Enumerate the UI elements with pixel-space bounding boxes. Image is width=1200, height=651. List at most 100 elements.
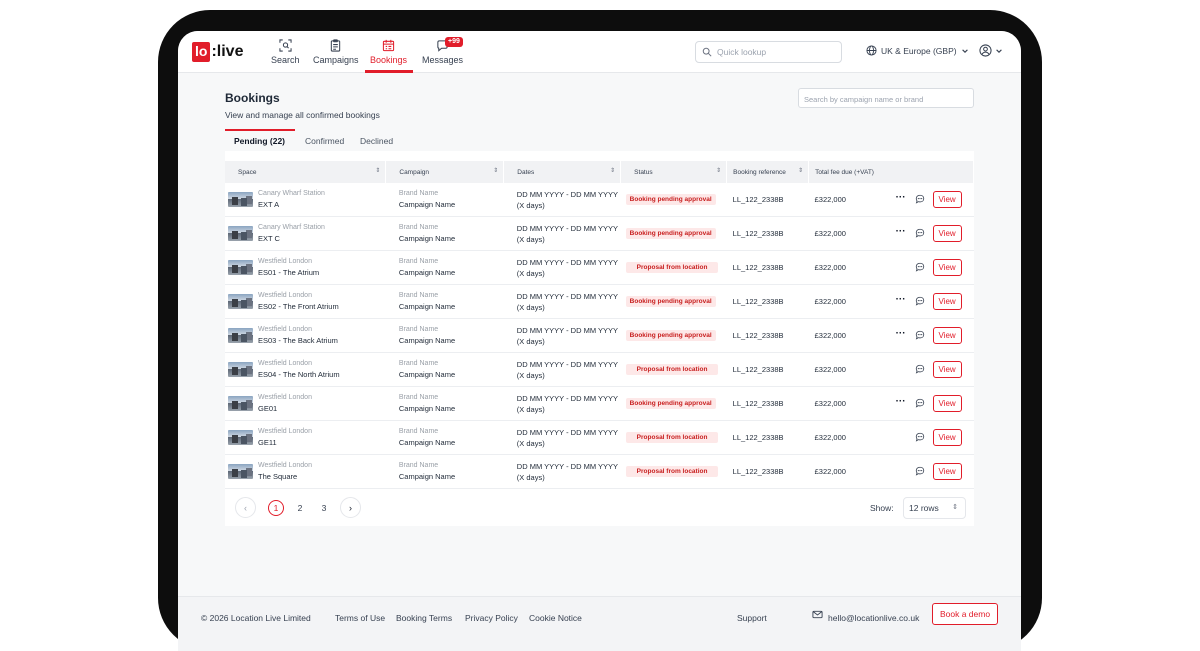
region-selector[interactable]: UK & Europe (GBP) xyxy=(866,45,969,56)
sort-icon[interactable]: ⇕ xyxy=(716,167,721,174)
campaign-cell: Brand Name Campaign Name xyxy=(386,421,504,455)
status-cell: Booking pending approval xyxy=(621,217,727,251)
space-cell: Westfield London ES03 - The Back Atrium xyxy=(225,319,386,353)
tab-confirmed[interactable]: Confirmed xyxy=(305,136,344,146)
status-badge: Proposal from location xyxy=(625,432,719,444)
quick-lookup[interactable] xyxy=(695,41,842,63)
comment-icon[interactable] xyxy=(915,296,925,306)
comment-icon[interactable] xyxy=(915,228,925,238)
next-page-button[interactable]: › xyxy=(340,497,361,518)
comment-icon[interactable] xyxy=(915,194,925,204)
footer-support-link[interactable]: Support xyxy=(737,613,767,623)
booking-reference: LL_122_2338B xyxy=(732,229,784,239)
comment-icon[interactable] xyxy=(915,330,925,340)
view-button[interactable]: View xyxy=(932,293,962,311)
col-space[interactable]: Space ⇕ xyxy=(225,161,387,183)
status-badge: Booking pending approval xyxy=(625,228,716,240)
total-fee: £322,000 xyxy=(814,263,846,273)
brand-name: Brand Name xyxy=(398,394,439,402)
col-status[interactable]: Status ⇕ xyxy=(620,161,728,183)
logo[interactable]: lo :live xyxy=(192,42,243,62)
col-campaign[interactable]: Campaign ⇕ xyxy=(385,161,505,183)
top-nav-bar: lo :live Search Campaigns Bookings Messa… xyxy=(178,31,1021,73)
comment-icon[interactable] xyxy=(915,466,925,476)
nav-search[interactable]: Search xyxy=(271,39,300,65)
total-fee: £322,000 xyxy=(814,331,846,341)
view-button[interactable]: View xyxy=(932,429,962,447)
campaign-name: Campaign Name xyxy=(398,370,456,380)
page-2[interactable]: 2 xyxy=(292,500,308,516)
space-name: ES04 - The North Atrium xyxy=(258,370,340,380)
view-button[interactable]: View xyxy=(932,395,962,413)
view-button[interactable]: View xyxy=(932,361,962,379)
comment-icon[interactable] xyxy=(915,432,925,442)
nav-bookings[interactable]: Bookings xyxy=(370,39,407,65)
status-cell: Booking pending approval xyxy=(621,285,727,319)
book-demo-button[interactable]: Book a demo xyxy=(932,603,998,625)
page-1[interactable]: 1 xyxy=(268,499,284,516)
table-row: Westfield London ES03 - The Back Atrium Br… xyxy=(225,319,974,353)
tab-pending[interactable]: Pending (22) xyxy=(234,136,285,146)
comment-icon[interactable] xyxy=(915,262,925,272)
page-3[interactable]: 3 xyxy=(316,500,332,516)
page-title: Bookings xyxy=(225,91,280,105)
view-button[interactable]: View xyxy=(932,225,962,243)
more-options-icon[interactable]: ··· xyxy=(896,294,906,305)
prev-page-button[interactable]: ‹ xyxy=(235,497,256,518)
active-tab-indicator xyxy=(225,129,295,131)
more-options-icon[interactable]: ··· xyxy=(896,226,906,237)
footer-link-privacy[interactable]: Privacy Policy xyxy=(465,613,518,623)
footer-link-terms[interactable]: Terms of Use xyxy=(335,613,385,623)
duration: (X days) xyxy=(516,336,545,346)
table-row: Canary Wharf Station EXT A Brand Name Campa… xyxy=(225,183,974,217)
location-name: Westfield London xyxy=(258,258,312,266)
nav-bookings-label: Bookings xyxy=(370,55,408,65)
view-button[interactable]: View xyxy=(932,327,962,345)
dates-cell: DD MM YYYY - DD MM YYYY (X days) xyxy=(504,353,621,387)
duration: (X days) xyxy=(516,438,545,448)
brand-name: Brand Name xyxy=(398,360,439,368)
footer-email-link[interactable]: hello@locationlive.co.uk xyxy=(828,613,919,623)
space-name: EXT C xyxy=(258,234,280,244)
booking-reference: LL_122_2338B xyxy=(732,263,784,273)
total-fee: £322,000 xyxy=(814,195,846,205)
booking-search[interactable] xyxy=(798,88,974,109)
date-range: DD MM YYYY - DD MM YYYY xyxy=(516,359,619,369)
footer-link-booking-terms[interactable]: Booking Terms xyxy=(396,613,452,623)
sort-icon[interactable]: ⇕ xyxy=(493,167,498,174)
view-button[interactable]: View xyxy=(932,463,962,481)
comment-icon[interactable] xyxy=(915,398,925,408)
view-button[interactable]: View xyxy=(932,191,962,209)
mail-icon xyxy=(812,610,823,619)
date-range: DD MM YYYY - DD MM YYYY xyxy=(516,291,619,301)
col-booking-reference[interactable]: Booking reference ⇕ xyxy=(726,161,810,183)
account-menu[interactable] xyxy=(979,44,1003,57)
rows-per-page-select[interactable]: 12 rows ⇕ xyxy=(903,497,966,519)
user-circle-icon xyxy=(979,44,992,57)
booking-search-input[interactable] xyxy=(799,90,973,109)
space-thumbnail xyxy=(228,260,253,276)
sort-icon[interactable]: ⇕ xyxy=(375,167,380,174)
sort-icon[interactable]: ⇕ xyxy=(798,167,803,174)
status-badge: Proposal from location xyxy=(625,262,719,274)
sort-icon[interactable]: ⇕ xyxy=(610,167,615,174)
comment-icon[interactable] xyxy=(915,364,925,374)
view-button[interactable]: View xyxy=(932,259,962,277)
actions-cell: ··· View xyxy=(873,217,974,251)
location-name: Westfield London xyxy=(258,360,312,368)
booking-reference: LL_122_2338B xyxy=(732,433,784,443)
location-name: Westfield London xyxy=(258,326,312,334)
more-options-icon[interactable]: ··· xyxy=(896,396,906,407)
footer-link-cookies[interactable]: Cookie Notice xyxy=(529,613,582,623)
quick-lookup-input[interactable] xyxy=(717,47,837,57)
page-subtitle: View and manage all confirmed bookings xyxy=(225,110,380,120)
more-options-icon[interactable]: ··· xyxy=(896,192,906,203)
date-range: DD MM YYYY - DD MM YYYY xyxy=(516,325,619,335)
nav-campaigns[interactable]: Campaigns xyxy=(313,39,359,65)
tab-declined[interactable]: Declined xyxy=(360,136,393,146)
duration: (X days) xyxy=(516,404,545,414)
more-options-icon[interactable]: ··· xyxy=(896,328,906,339)
campaign-name: Campaign Name xyxy=(398,472,456,482)
col-dates[interactable]: Dates ⇕ xyxy=(503,161,622,183)
duration: (X days) xyxy=(516,234,545,244)
